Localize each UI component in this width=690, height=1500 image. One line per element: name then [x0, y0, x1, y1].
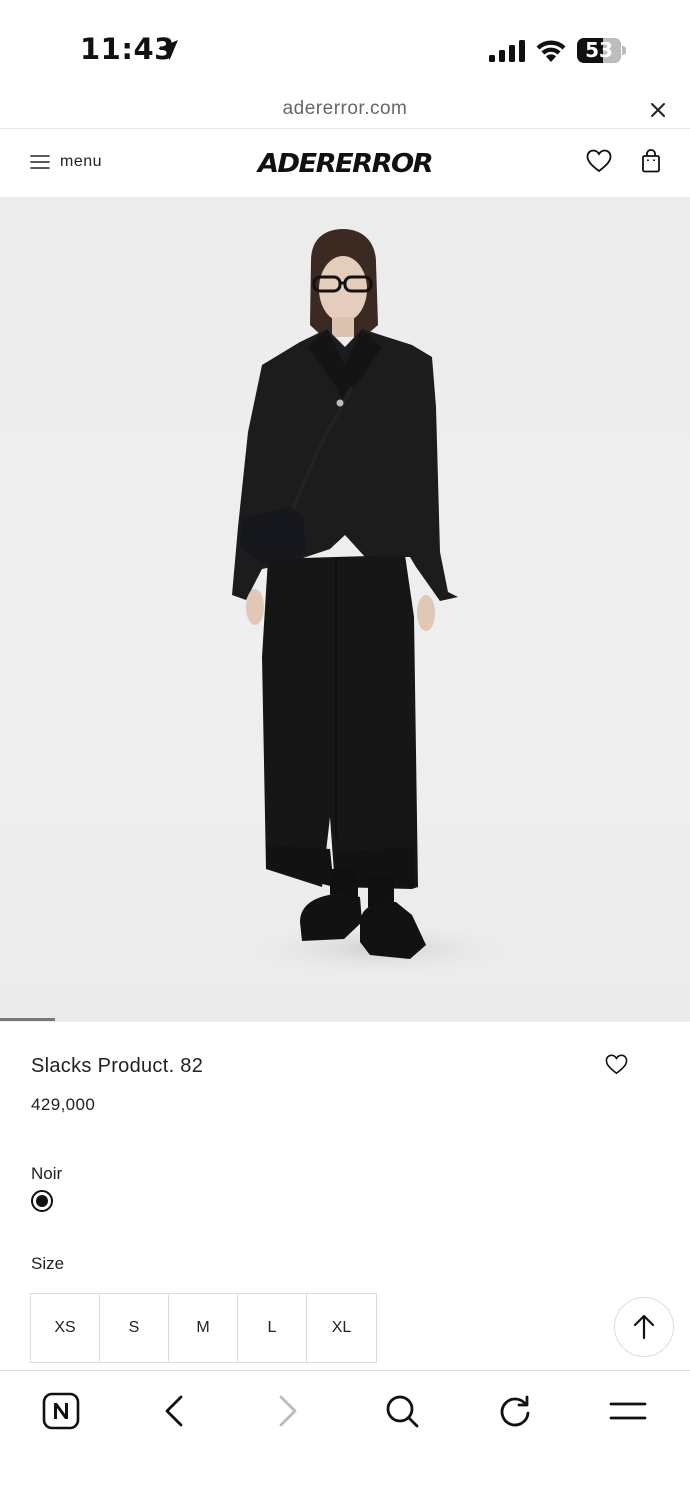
size-option-m[interactable]: M [169, 1294, 238, 1362]
arrow-up-icon [633, 1314, 655, 1340]
battery-icon: 53 [577, 38, 627, 63]
wifi-icon [536, 40, 566, 62]
color-label: Noir [31, 1164, 63, 1183]
size-option-l[interactable]: L [238, 1294, 307, 1362]
image-progress-fill [0, 1018, 56, 1021]
size-option-s[interactable]: S [100, 1294, 169, 1362]
search-icon [386, 1395, 419, 1428]
product-wishlist-heart-icon[interactable] [605, 1054, 628, 1075]
naver-icon [42, 1392, 80, 1430]
reload-button[interactable] [495, 1391, 535, 1431]
product-price: 429,000 [31, 1095, 96, 1114]
close-icon[interactable] [648, 100, 668, 120]
forward-icon [279, 1395, 297, 1427]
scroll-to-top-button[interactable] [614, 1297, 674, 1357]
signal-icon [489, 40, 525, 62]
size-option-xl[interactable]: XL [307, 1294, 376, 1362]
product-name: Slacks Product. 82 [31, 1055, 204, 1077]
url-bar[interactable]: adererror.com [0, 92, 690, 128]
wishlist-heart-icon[interactable] [586, 149, 612, 173]
image-progress-bar [0, 1018, 690, 1021]
size-selector: XS S M L XL [30, 1293, 377, 1363]
battery-level: 53 [585, 38, 613, 62]
url-text[interactable]: adererror.com [0, 98, 690, 120]
back-button[interactable] [154, 1391, 194, 1431]
forward-button[interactable] [268, 1391, 308, 1431]
location-arrow-icon [158, 40, 178, 60]
product-image[interactable] [0, 197, 690, 1022]
browser-toolbar [0, 1371, 690, 1500]
site-header: menu ADERERROR [0, 129, 690, 197]
size-option-xs[interactable]: XS [31, 1294, 100, 1362]
shopping-bag-icon[interactable] [641, 149, 661, 173]
size-label: Size [31, 1254, 65, 1273]
color-swatch-noir[interactable] [31, 1190, 53, 1212]
back-icon [165, 1395, 183, 1427]
naver-home-button[interactable] [41, 1391, 81, 1431]
status-bar: 11:43 53 [0, 0, 690, 92]
search-button[interactable] [382, 1391, 422, 1431]
menu-icon [609, 1402, 647, 1420]
browser-menu-button[interactable] [608, 1391, 648, 1431]
model-figure-image [232, 229, 520, 977]
reload-icon [500, 1395, 530, 1427]
